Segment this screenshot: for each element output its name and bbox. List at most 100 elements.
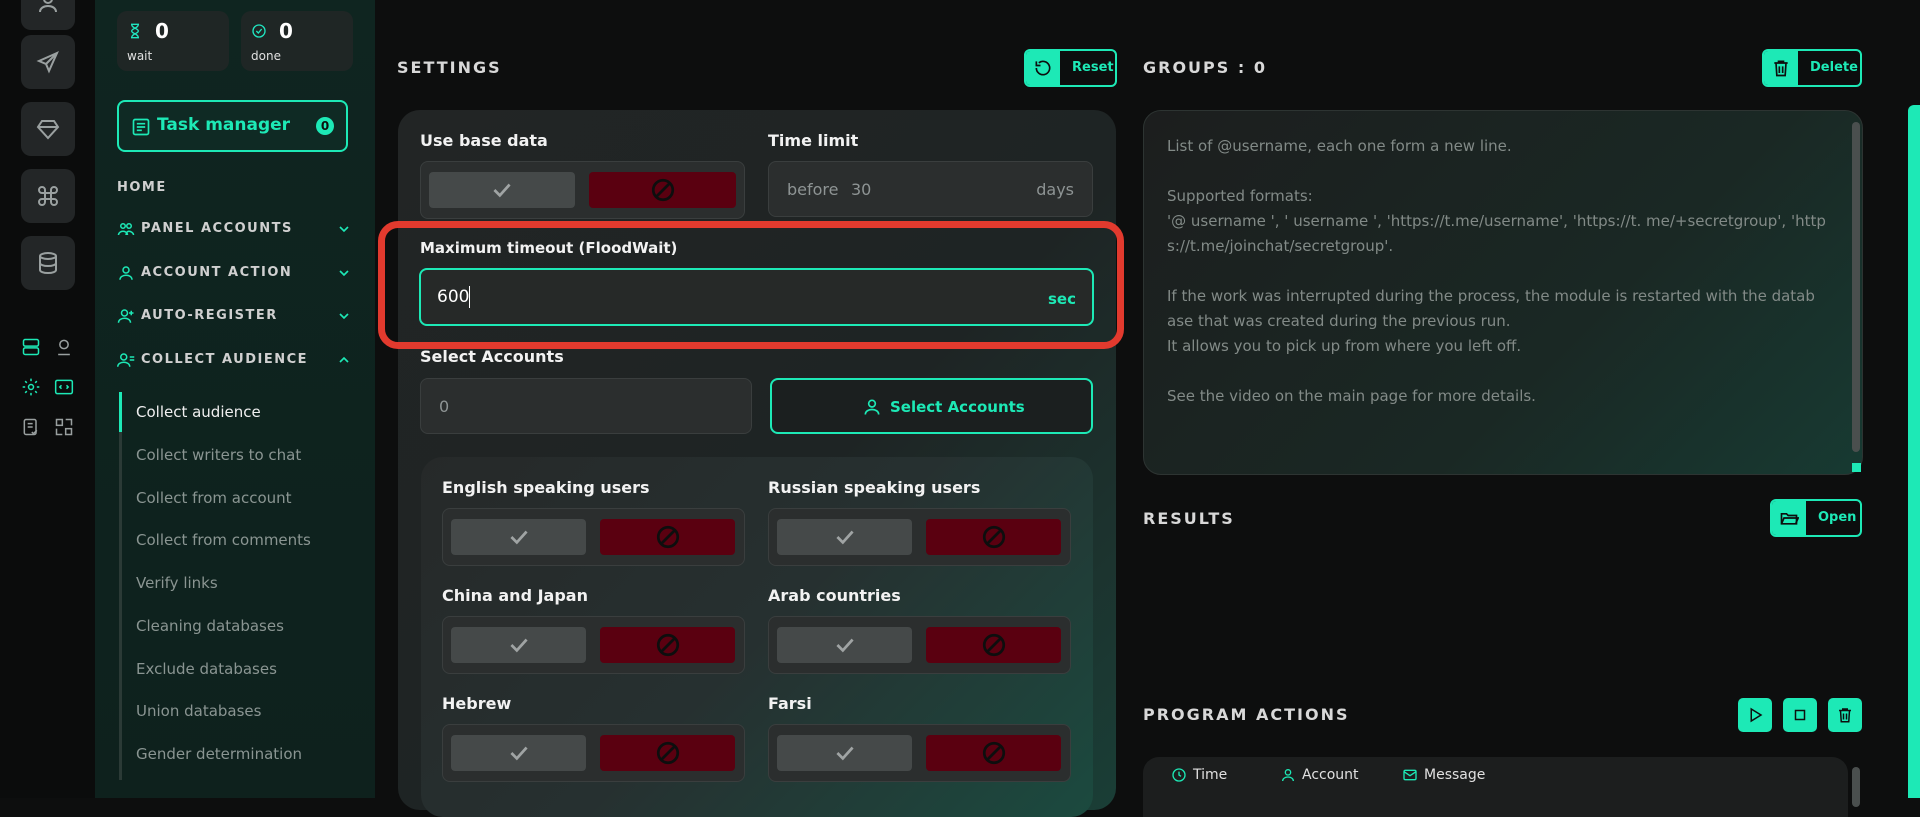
column-header-label: Message	[1424, 767, 1486, 783]
block-icon	[982, 525, 1005, 549]
toggle-yes-button[interactable]	[777, 519, 912, 555]
sub-item-gender-determination[interactable]: Gender determination	[136, 745, 302, 763]
user-list-icon	[117, 353, 135, 367]
rail-user-button[interactable]	[21, 0, 75, 30]
check-icon	[835, 530, 854, 545]
toggle-yes-button[interactable]	[451, 735, 586, 771]
open-label: Open	[1818, 510, 1857, 525]
task-manager-button[interactable]: Task manager 0	[117, 100, 348, 152]
clock-icon	[1172, 768, 1186, 782]
lang-toggle-hebrew	[442, 724, 745, 782]
mail-icon	[1403, 769, 1417, 781]
toggle-yes-button[interactable]	[777, 735, 912, 771]
column-header-label: Time	[1193, 767, 1228, 783]
results-title: RESULTS	[1143, 509, 1235, 528]
rail-command-button[interactable]	[21, 169, 75, 223]
block-icon	[982, 741, 1005, 765]
toggle-no-button[interactable]	[926, 627, 1061, 663]
block-icon	[656, 525, 679, 549]
database-icon	[39, 252, 57, 275]
groups-placeholder-line: See the video on the main page for more …	[1167, 387, 1536, 405]
toggle-yes-button[interactable]	[429, 172, 575, 208]
task-manager-label: Task manager	[157, 115, 291, 135]
sub-item-union-databases[interactable]: Union databases	[136, 702, 261, 720]
play-button[interactable]	[1738, 698, 1772, 732]
toggle-no-button[interactable]	[600, 519, 735, 555]
rail-send-button[interactable]	[21, 35, 75, 89]
check-icon	[509, 638, 528, 653]
program-actions-title: PROGRAM ACTIONS	[1143, 705, 1350, 724]
toggle-yes-button[interactable]	[451, 519, 586, 555]
max-timeout-suffix: sec	[1048, 290, 1076, 308]
nav-section-label: PANEL ACCOUNTS	[141, 221, 293, 236]
nav-section-panel-accounts[interactable]: PANEL ACCOUNTS	[117, 219, 352, 239]
location-user-icon[interactable]	[54, 337, 74, 357]
nav-section-auto-register[interactable]: AUTO-REGISTER	[117, 306, 352, 326]
sub-item-verify-links[interactable]: Verify links	[136, 574, 218, 592]
toggle-no-button[interactable]	[926, 735, 1061, 771]
toggle-no-button[interactable]	[600, 735, 735, 771]
groups-placeholder-line: List of @username, each one form a new l…	[1167, 137, 1512, 155]
groups-placeholder-line: Supported formats:	[1167, 187, 1313, 205]
column-header-message: Message	[1403, 767, 1486, 783]
max-timeout-input[interactable]: 600 sec	[419, 268, 1094, 326]
chevron-down-icon	[339, 270, 349, 277]
toggle-no-button[interactable]	[926, 519, 1061, 555]
sub-item-collect-audience[interactable]: Collect audience	[136, 403, 261, 421]
submenu-track	[119, 392, 122, 780]
select-accounts-button[interactable]: Select Accounts	[770, 378, 1093, 434]
toggle-no-button[interactable]	[600, 627, 735, 663]
code-window-icon[interactable]	[54, 377, 74, 397]
wait-counter: 0 wait	[117, 11, 229, 71]
nav-home[interactable]: HOME	[117, 180, 167, 195]
done-label: done	[251, 49, 281, 63]
time-limit-field[interactable]: before 30 days	[768, 161, 1093, 217]
groups-scrollbar[interactable]	[1852, 122, 1860, 452]
block-icon	[656, 741, 679, 765]
stop-button[interactable]	[1783, 698, 1817, 732]
toggle-yes-button[interactable]	[451, 627, 586, 663]
lang-toggle-russian	[768, 508, 1071, 566]
delete-label: Delete	[1810, 60, 1858, 75]
actions-scrollbar[interactable]	[1852, 767, 1860, 807]
gear-icon[interactable]	[21, 377, 41, 397]
nav-section-collect-audience[interactable]: COLLECT AUDIENCE	[117, 350, 352, 370]
time-limit-prefix: before	[787, 180, 839, 199]
user-icon	[39, 0, 57, 13]
checklist-icon[interactable]	[21, 417, 41, 437]
check-icon	[835, 638, 854, 653]
rail-diamond-button[interactable]	[21, 102, 75, 156]
program-actions-table	[1143, 757, 1848, 817]
user-icon	[1282, 769, 1294, 782]
sub-item-collect-from-comments[interactable]: Collect from comments	[136, 531, 311, 549]
groups-placeholder-line: '@ username ', ' username ', 'https://t.…	[1167, 212, 1826, 230]
sub-item-collect-writers[interactable]: Collect writers to chat	[136, 446, 301, 464]
toggle-yes-button[interactable]	[777, 627, 912, 663]
sub-item-collect-from-account[interactable]: Collect from account	[136, 489, 292, 507]
delete-button[interactable]: Delete	[1762, 49, 1862, 87]
clear-log-button[interactable]	[1828, 698, 1862, 732]
reset-button[interactable]: Reset	[1024, 49, 1117, 87]
resize-handle-icon[interactable]	[1852, 463, 1861, 472]
check-icon	[509, 746, 528, 761]
check-icon	[509, 530, 528, 545]
server-icon[interactable]	[21, 337, 41, 357]
toggle-no-button[interactable]	[589, 172, 736, 208]
lang-toggle-arab	[768, 616, 1071, 674]
sub-item-cleaning-databases[interactable]: Cleaning databases	[136, 617, 284, 635]
scan-icon[interactable]	[54, 417, 74, 437]
max-timeout-value: 600	[437, 287, 470, 307]
folder-open-icon	[1780, 513, 1799, 525]
time-limit-suffix: days	[1036, 180, 1074, 199]
trash-icon	[1774, 60, 1788, 77]
rail-database-button[interactable]	[21, 236, 75, 290]
sub-item-exclude-databases[interactable]: Exclude databases	[136, 660, 277, 678]
sidebar: 0 wait 0 done Task manager 0 HOME PANEL …	[95, 0, 375, 798]
nav-section-label: AUTO-REGISTER	[141, 308, 278, 323]
open-button[interactable]: Open	[1770, 499, 1862, 537]
nav-section-account-action[interactable]: ACCOUNT ACTION	[117, 263, 352, 283]
diamond-icon	[36, 120, 60, 140]
page-scrollbar[interactable]	[1908, 105, 1920, 798]
lang-toggle-china-japan	[442, 616, 745, 674]
user-icon	[864, 399, 880, 415]
